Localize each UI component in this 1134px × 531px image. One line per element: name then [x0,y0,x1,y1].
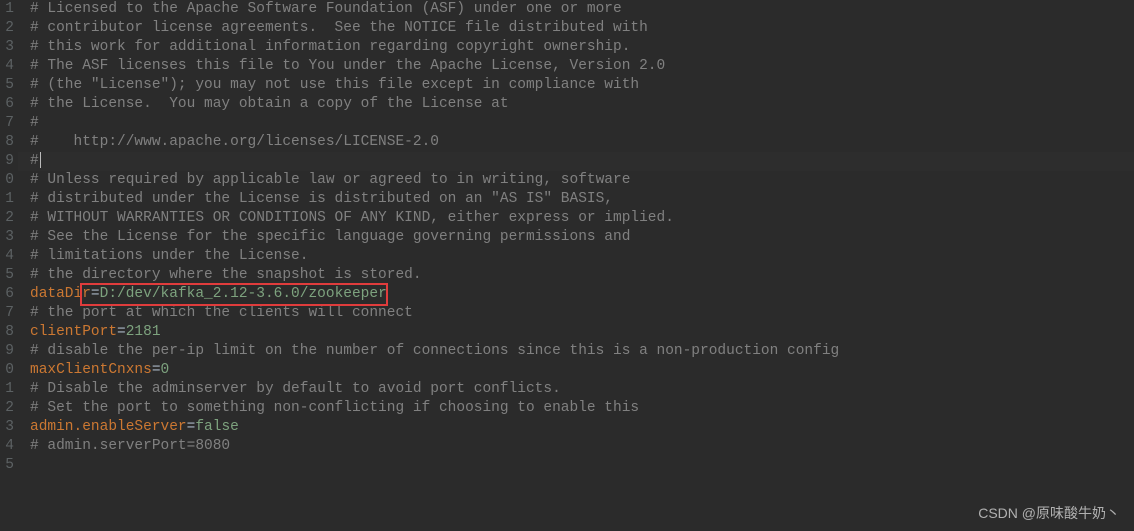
code-line[interactable]: # the port at which the clients will con… [30,304,1134,323]
comment-text: # Licensed to the Apache Software Founda… [30,1,622,17]
comment-text: # WITHOUT WARRANTIES OR CONDITIONS OF AN… [30,210,674,226]
code-line[interactable]: # The ASF licenses this file to You unde… [30,57,1134,76]
gutter-number: 5 [0,456,14,475]
gutter-number: 8 [0,323,14,342]
code-line[interactable]: # Disable the adminserver by default to … [30,380,1134,399]
comment-text: # [30,153,39,169]
gutter-number: 9 [0,342,14,361]
code-line[interactable]: # [30,152,1134,171]
property-key: maxClientCnxns [30,362,152,378]
code-line[interactable]: # admin.serverPort=8080 [30,437,1134,456]
comment-text: # See the License for the specific langu… [30,229,630,245]
code-line[interactable]: # contributor license agreements. See th… [30,19,1134,38]
gutter-number: 3 [0,228,14,247]
gutter-number: 4 [0,437,14,456]
property-key: clientPort [30,324,117,340]
comment-text: # disable the per-ip limit on the number… [30,343,839,359]
gutter-number: 2 [0,19,14,38]
comment-text: # http://www.apache.org/licenses/LICENSE… [30,134,439,150]
gutter-number: 3 [0,418,14,437]
code-line[interactable]: # Set the port to something non-conflict… [30,399,1134,418]
gutter-number: 3 [0,38,14,57]
code-line[interactable]: # (the "License"); you may not use this … [30,76,1134,95]
code-line[interactable]: # http://www.apache.org/licenses/LICENSE… [30,133,1134,152]
code-line[interactable]: # the directory where the snapshot is st… [30,266,1134,285]
gutter-number: 1 [0,380,14,399]
gutter-number: 0 [0,361,14,380]
comment-text: # The ASF licenses this file to You unde… [30,58,665,74]
comment-text: # [30,115,39,131]
comment-text: # Unless required by applicable law or a… [30,172,630,188]
comment-text: # contributor license agreements. See th… [30,20,648,36]
comment-text: # Set the port to something non-conflict… [30,400,639,416]
comment-text: # Disable the adminserver by default to … [30,381,561,397]
code-line[interactable]: maxClientCnxns=0 [30,361,1134,380]
gutter-number: 7 [0,304,14,323]
property-key: admin.enableServer [30,419,187,435]
gutter-number: 6 [0,285,14,304]
comment-text: # limitations under the License. [30,248,308,264]
equals-sign: = [152,362,161,378]
gutter-number: 5 [0,76,14,95]
code-line[interactable]: admin.enableServer=false [30,418,1134,437]
comment-text: # this work for additional information r… [30,39,630,55]
code-line[interactable]: # limitations under the License. [30,247,1134,266]
gutter-number: 0 [0,171,14,190]
comment-text: # (the "License"); you may not use this … [30,77,639,93]
text-cursor [40,152,41,168]
code-line[interactable]: # WITHOUT WARRANTIES OR CONDITIONS OF AN… [30,209,1134,228]
gutter-number: 5 [0,266,14,285]
gutter-number: 6 [0,95,14,114]
comment-text: # the port at which the clients will con… [30,305,413,321]
equals-sign: = [117,324,126,340]
gutter-number: 9 [0,152,14,171]
code-line[interactable]: # distributed under the License is distr… [30,190,1134,209]
code-line[interactable]: # Licensed to the Apache Software Founda… [30,0,1134,19]
code-line[interactable] [30,456,1134,475]
code-line[interactable]: clientPort=2181 [30,323,1134,342]
code-line[interactable]: # [30,114,1134,133]
comment-text: # the License. You may obtain a copy of … [30,96,509,112]
gutter-number: 4 [0,57,14,76]
line-gutter: 1 2 3 4 5 6 7 8 9 0 1 2 3 4 5 6 7 8 9 0 … [0,0,18,531]
property-value: 0 [161,362,170,378]
gutter-number: 1 [0,190,14,209]
property-key: dataDir [30,286,91,302]
watermark-text: CSDN @原味酸牛奶丶 [978,504,1120,523]
code-line[interactable]: # this work for additional information r… [30,38,1134,57]
gutter-number: 8 [0,133,14,152]
comment-text: # the directory where the snapshot is st… [30,267,422,283]
gutter-number: 2 [0,209,14,228]
code-line[interactable]: dataDir=D:/dev/kafka_2.12-3.6.0/zookeepe… [30,285,1134,304]
gutter-number: 7 [0,114,14,133]
gutter-number: 1 [0,0,14,19]
code-line[interactable]: # the License. You may obtain a copy of … [30,95,1134,114]
code-line[interactable]: # See the License for the specific langu… [30,228,1134,247]
code-line[interactable]: # Unless required by applicable law or a… [30,171,1134,190]
equals-sign: = [91,286,100,302]
comment-text: # admin.serverPort=8080 [30,438,230,454]
comment-text: # distributed under the License is distr… [30,191,613,207]
property-value: 2181 [126,324,161,340]
gutter-number: 2 [0,399,14,418]
code-content[interactable]: # Licensed to the Apache Software Founda… [18,0,1134,531]
property-value: D:/dev/kafka_2.12-3.6.0/zookeeper [100,286,387,302]
gutter-number: 4 [0,247,14,266]
code-editor[interactable]: 1 2 3 4 5 6 7 8 9 0 1 2 3 4 5 6 7 8 9 0 … [0,0,1134,531]
code-line[interactable]: # disable the per-ip limit on the number… [30,342,1134,361]
property-value: false [195,419,239,435]
